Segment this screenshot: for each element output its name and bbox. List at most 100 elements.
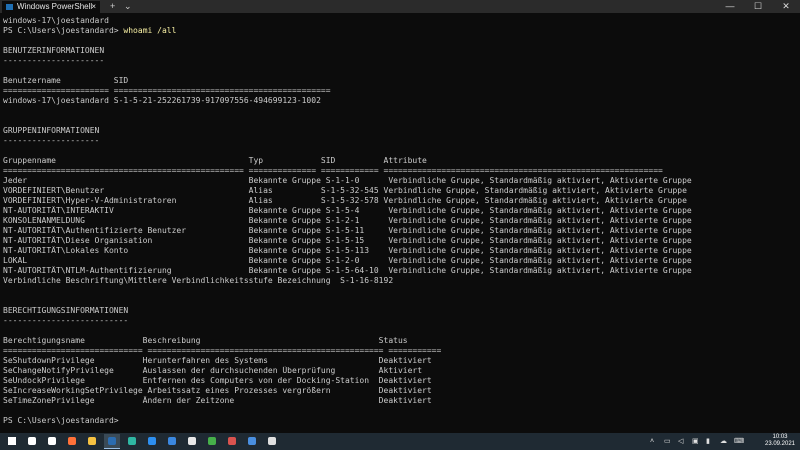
sharex-icon xyxy=(188,437,196,445)
taskbar-item-file-explorer[interactable] xyxy=(84,434,100,449)
terminal-line: KONSOLENANMELDUNG Bekannte Gruppe S-1-2-… xyxy=(3,216,793,226)
terminal-line-text: NT-AUTORITÄT\Authentifizierte Benutzer B… xyxy=(3,226,692,235)
terminal-line: SeTimeZonePrivilege Ändern der Zeitzone … xyxy=(3,396,793,406)
terminal-line-text: ============================= ==========… xyxy=(3,346,442,355)
battery-icon[interactable]: ▮ xyxy=(706,437,710,446)
terminal-line: Gruppenname Typ SID Attribute xyxy=(3,156,793,166)
settings-icon xyxy=(268,437,276,445)
maximize-button[interactable]: ☐ xyxy=(744,0,772,13)
terminal-line: SeShutdownPrivilege Herunterfahren des S… xyxy=(3,356,793,366)
taskbar-item-mail[interactable] xyxy=(164,434,180,449)
terminal-line-text: NT-AUTORITÄT\Diese Organisation Bekannte… xyxy=(3,236,692,245)
taskbar-item-firefox[interactable] xyxy=(64,434,80,449)
terminal-line-text: BERECHTIGUNGSINFORMATIONEN xyxy=(3,306,129,315)
clock-time: 10:03 xyxy=(772,434,788,440)
terminal-line: VORDEFINIERT\Benutzer Alias S-1-5-32-545… xyxy=(3,186,793,196)
mail-icon xyxy=(168,437,176,445)
terminal-line: NT-AUTORITÄT\Diese Organisation Bekannte… xyxy=(3,236,793,246)
terminal-line: Jeder Bekannte Gruppe S-1-1-0 Verbindlic… xyxy=(3,176,793,186)
terminal-line: GRUPPENINFORMATIONEN xyxy=(3,126,793,136)
terminal-line: ====================== =================… xyxy=(3,86,793,96)
terminal-line-text: SeChangeNotifyPrivilege Auslassen der du… xyxy=(3,366,423,375)
terminal-line-text: -------------------- xyxy=(3,136,100,145)
title-bar: Windows PowerShell × + ⌄ — ☐ ✕ xyxy=(0,0,800,13)
terminal-line-text: ====================== =================… xyxy=(3,86,331,95)
file-explorer-icon xyxy=(88,437,96,445)
app-icon-green xyxy=(208,437,216,445)
taskbar-item-store[interactable] xyxy=(144,434,160,449)
terminal-line-text: LOKAL Bekannte Gruppe S-1-2-0 Verbindlic… xyxy=(3,256,692,265)
terminal-line-text: PS C:\Users\joestandard> xyxy=(3,416,124,425)
tab-close-icon[interactable]: × xyxy=(91,1,96,13)
terminal-line-text: SeUndockPrivilege Entfernen des Computer… xyxy=(3,376,432,385)
network-icon[interactable]: ▭ xyxy=(664,437,671,446)
terminal-line-text: NT-AUTORITÄT\Lokales Konto Bekannte Grup… xyxy=(3,246,692,255)
terminal-scrollbar[interactable] xyxy=(794,13,800,433)
tab-title: Windows PowerShell xyxy=(17,2,93,11)
terminal-line: PS C:\Users\joestandard> xyxy=(3,416,793,426)
keyboard-icon[interactable]: ⌨ xyxy=(734,437,744,446)
tab-dropdown-button[interactable]: ⌄ xyxy=(124,0,132,13)
terminal-line: NT-AUTORITÄT\Lokales Konto Bekannte Grup… xyxy=(3,246,793,256)
terminal-line: ========================================… xyxy=(3,166,793,176)
start-icon xyxy=(8,437,16,445)
terminal-line: windows-17\joestandard S-1-5-21-25226173… xyxy=(3,96,793,106)
terminal-line-text: Jeder Bekannte Gruppe S-1-1-0 Verbindlic… xyxy=(3,176,692,185)
terminal-line: NT-AUTORITÄT\NTLM-Authentifizierung Beka… xyxy=(3,266,793,276)
terminal-line-text: windows-17\joestandard S-1-5-21-25226173… xyxy=(3,96,321,105)
terminal-line: LOKAL Bekannte Gruppe S-1-2-0 Verbindlic… xyxy=(3,256,793,266)
taskbar-item-sharex[interactable] xyxy=(184,434,200,449)
terminal-line-text: NT-AUTORITÄT\NTLM-Authentifizierung Beka… xyxy=(3,266,692,275)
terminal-line: NT-AUTORITÄT\INTERAKTIV Bekannte Gruppe … xyxy=(3,206,793,216)
taskbar-item-task-view[interactable] xyxy=(44,434,60,449)
terminal-output[interactable]: windows-17\joestandard PS C:\Users\joesta… xyxy=(0,13,800,433)
terminal-line-text: Benutzername SID xyxy=(3,76,129,85)
terminal-line: BENUTZERINFORMATIONEN xyxy=(3,46,793,56)
terminal-line-text: windows-17\joestandard xyxy=(3,16,109,25)
terminal-line-text: SeIncreaseWorkingSetPrivilege Arbeitssat… xyxy=(3,386,432,395)
clock-date: 23.09.2021 xyxy=(764,441,796,447)
taskbar-item-settings[interactable] xyxy=(264,434,280,449)
terminal-line-text: VORDEFINIERT\Hyper-V-Administratoren Ali… xyxy=(3,196,687,205)
terminal-line: SeIncreaseWorkingSetPrivilege Arbeitssat… xyxy=(3,386,793,396)
terminal-line: -------------------------- xyxy=(3,316,793,326)
taskbar-item-search[interactable] xyxy=(24,434,40,449)
terminal-line-text: SeTimeZonePrivilege Ändern der Zeitzone … xyxy=(3,396,432,405)
language-icon[interactable]: ▣ xyxy=(692,437,699,446)
app-icon-red xyxy=(228,437,236,445)
taskbar-item-app-icon-green[interactable] xyxy=(204,434,220,449)
taskbar-item-app-icon-blue[interactable] xyxy=(244,434,260,449)
minimize-button[interactable]: — xyxy=(716,0,744,13)
terminal-line: SeUndockPrivilege Entfernen des Computer… xyxy=(3,376,793,386)
close-button[interactable]: ✕ xyxy=(772,0,800,13)
tray-chevron-icon[interactable]: ˄ xyxy=(650,437,654,446)
tab-windows-powershell[interactable]: Windows PowerShell × xyxy=(2,1,100,13)
terminal-line: --------------------- xyxy=(3,56,793,66)
terminal-line-text: ========================================… xyxy=(3,166,663,175)
store-icon xyxy=(148,437,156,445)
new-tab-button[interactable]: + xyxy=(110,0,115,13)
terminal-lines: windows-17\joestandard PS C:\Users\joesta… xyxy=(3,16,793,426)
volume-icon[interactable]: ◁ xyxy=(678,437,683,446)
firefox-icon xyxy=(68,437,76,445)
terminal-line: -------------------- xyxy=(3,136,793,146)
powershell-icon xyxy=(108,437,116,445)
taskbar-item-start[interactable] xyxy=(4,434,20,449)
cloud-icon[interactable]: ☁ xyxy=(720,437,727,446)
taskbar-item-powershell[interactable] xyxy=(104,434,120,449)
terminal-line-text: SeShutdownPrivilege Herunterfahren des S… xyxy=(3,356,432,365)
terminal-line: SeChangeNotifyPrivilege Auslassen der du… xyxy=(3,366,793,376)
taskbar-item-edge[interactable] xyxy=(124,434,140,449)
terminal-line-text: Gruppenname Typ SID Attribute xyxy=(3,156,427,165)
app-icon-blue xyxy=(248,437,256,445)
taskbar-item-app-icon-red[interactable] xyxy=(224,434,240,449)
terminal-line-text: NT-AUTORITÄT\INTERAKTIV Bekannte Gruppe … xyxy=(3,206,692,215)
taskbar-clock[interactable]: 10:03 23.09.2021 xyxy=(763,434,797,448)
search-icon xyxy=(28,437,36,445)
